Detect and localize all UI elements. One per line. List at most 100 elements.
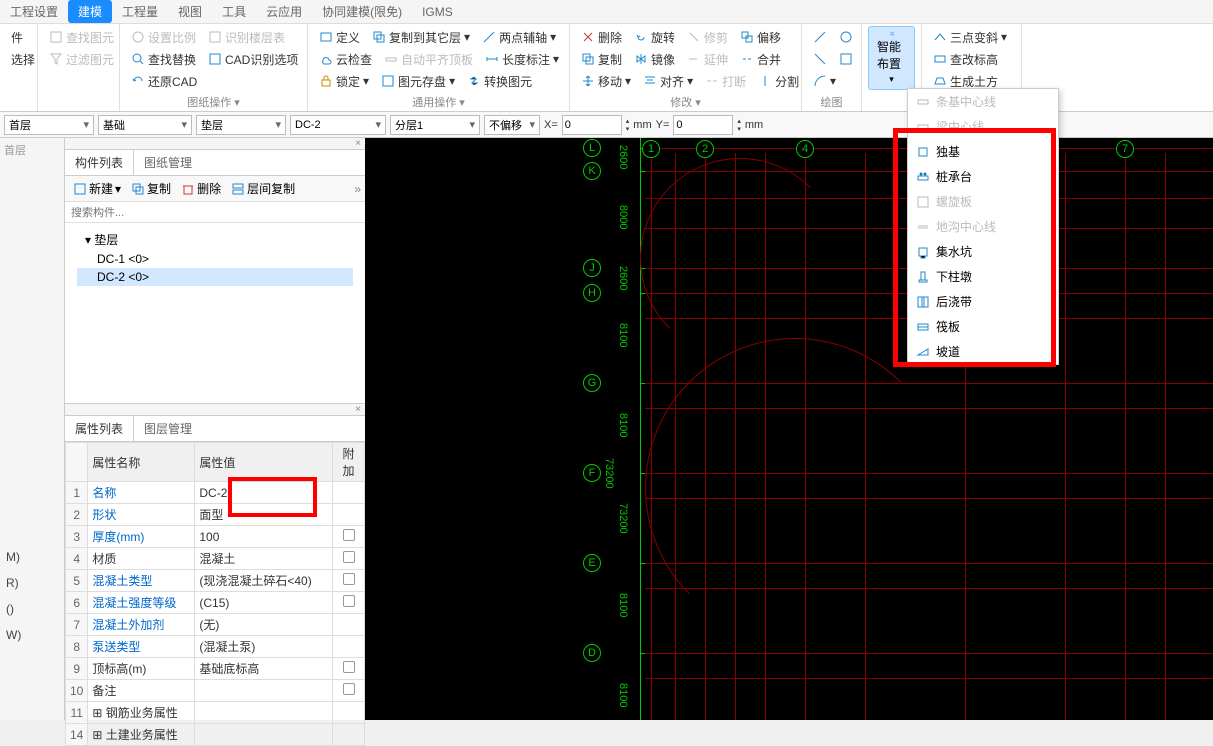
btn-three-point-slope[interactable]: 三点变斜 ▾ [928,26,1015,48]
btn-convert-element[interactable]: 转换图元 [462,70,537,92]
drawing-canvas[interactable]: LK2600J8000H2600G8100F8100E73200D8100810… [365,138,1213,720]
btn-lock[interactable]: 锁定 ▾ [314,70,374,92]
tab-view[interactable]: 视图 [168,0,212,23]
btn-trim[interactable]: 修剪 [682,26,733,48]
draw-circle-icon[interactable] [834,26,858,48]
btn-copy[interactable]: 复制 [576,48,627,70]
table-row[interactable]: 6混凝土强度等级(C15) [66,592,365,614]
grid-bubble: L [583,139,601,157]
btn-merge[interactable]: 合并 [735,48,786,70]
btn-length-dim[interactable]: 长度标注 ▾ [480,48,564,70]
menu-column-pier[interactable]: 下柱墩 [908,264,1058,289]
table-row[interactable]: 7混凝土外加剂(无) [66,614,365,636]
drop-component[interactable]: DC-2 [290,115,386,135]
draw-rect-icon[interactable] [834,48,858,70]
draw-line-icon[interactable] [808,26,832,48]
drop-type[interactable]: 垫层 [196,115,286,135]
btn-floor-copy[interactable]: 层间复制 [227,179,299,198]
table-row[interactable]: 11⊞ 钢筋业务属性 [66,702,365,724]
btn-break[interactable]: 打断 [700,70,751,92]
btn-rotate[interactable]: 旋转 [629,26,680,48]
tab-modeling[interactable]: 建模 [68,0,112,23]
btn-extend[interactable]: 延伸 [682,48,733,70]
label-mm2: mm [745,119,763,131]
menu-sump[interactable]: 集水坑 [908,239,1058,264]
btn-pieces[interactable]: 件 [6,26,31,48]
smart-layout-menu: 条基中心线 梁中心线 独基 桩承台 螺旋板 地沟中心线 集水坑 下柱墩 后浇带 … [907,88,1059,365]
label-mm1: mm [633,119,651,131]
search-input[interactable] [71,207,359,219]
btn-delete2[interactable]: 删除 [177,179,225,198]
tab-component-list[interactable]: 构件列表 [65,150,134,175]
tree-item-dc2[interactable]: DC-2 <0> [77,268,353,286]
draw-diag-icon[interactable] [808,48,832,70]
drop-category[interactable]: 基础 [98,115,192,135]
tab-igms[interactable]: IGMS [412,2,463,22]
grid-bubble: H [583,284,601,302]
grid-bubble: J [583,259,601,277]
close-icon-2[interactable]: × [351,404,365,415]
btn-set-scale[interactable]: 设置比例 [126,26,201,48]
menu-raft[interactable]: 筏板 [908,314,1058,339]
tab-quantity[interactable]: 工程量 [112,0,168,23]
btn-find-element[interactable]: 查找图元 [44,26,113,48]
group-label-general: 通用操作 ▾ [308,94,569,110]
table-row[interactable]: 14⊞ 土建业务属性 [66,724,365,746]
btn-define[interactable]: 定义 [314,26,365,48]
btn-identify-floor[interactable]: 识别楼层表 [203,26,290,48]
btn-check-elevation[interactable]: 查改标高 [928,48,1015,70]
tab-tools[interactable]: 工具 [212,0,256,23]
drop-layer[interactable]: 分层1 [390,115,480,135]
grid-bubble: 7 [1116,140,1134,158]
tab-layer-manage[interactable]: 图层管理 [134,416,202,441]
btn-choose[interactable]: 选择 [6,48,31,70]
btn-offset[interactable]: 偏移 [735,26,786,48]
tab-engineering-settings[interactable]: 工程设置 [0,0,68,23]
table-row[interactable]: 2形状面型 [66,504,365,526]
table-row[interactable]: 3厚度(mm)100 [66,526,365,548]
table-row[interactable]: 10备注 [66,680,365,702]
tab-prop-list[interactable]: 属性列表 [65,416,134,441]
table-row[interactable]: 1名称DC-2 [66,482,365,504]
menu-pile-cap[interactable]: 桩承台 [908,164,1058,189]
btn-two-point-axis[interactable]: 两点辅轴 ▾ [477,26,561,48]
menu-isolated-foundation[interactable]: 独基 [908,139,1058,164]
btn-move[interactable]: 移动 ▾ [576,70,636,92]
close-icon[interactable]: × [351,138,365,149]
btn-auto-level[interactable]: 自动平齐顶板 [379,48,478,70]
btn-find-replace[interactable]: 查找替换 [126,48,201,70]
btn-cloud-check[interactable]: 云检查 [314,48,377,70]
grid-bubble: K [583,162,601,180]
table-row[interactable]: 4材质混凝土 [66,548,365,570]
table-row[interactable]: 8泵送类型(混凝土泵) [66,636,365,658]
btn-split[interactable]: 分割 [753,70,804,92]
btn-new[interactable]: 新建 ▾ [69,179,125,198]
table-row[interactable]: 5混凝土类型(现浇混凝土碎石<40) [66,570,365,592]
btn-align[interactable]: 对齐 ▾ [638,70,698,92]
drop-offset[interactable]: 不偏移 [484,115,540,135]
btn-smart-layout[interactable]: 智能布置▾ [868,26,915,90]
btn-cad-options[interactable]: CAD识别选项 [203,48,303,70]
draw-arc-icon[interactable]: ▾ [808,70,841,92]
btn-restore-cad[interactable]: 还原CAD [126,70,202,92]
btn-mirror[interactable]: 镜像 [629,48,680,70]
btn-copy-to-floor[interactable]: 复制到其它层 ▾ [367,26,475,48]
drop-floor[interactable]: 首层 [4,115,94,135]
tree-root[interactable]: ▾ 垫层 [77,229,353,250]
menu-ramp[interactable]: 坡道 [908,339,1058,364]
table-row[interactable]: 9顶标高(m)基础底标高 [66,658,365,680]
grid-bubble: E [583,554,601,572]
input-x[interactable] [562,115,622,135]
input-y[interactable] [673,115,733,135]
grid-bubble: 2 [696,140,714,158]
menu-post-pour[interactable]: 后浇带 [908,289,1058,314]
btn-save-element[interactable]: 图元存盘 ▾ [376,70,460,92]
tab-cloud[interactable]: 云应用 [256,0,312,23]
btn-copy2[interactable]: 复制 [127,179,175,198]
tab-collab[interactable]: 协同建模(限免) [312,0,412,23]
tab-drawing-manage[interactable]: 图纸管理 [134,150,202,175]
btn-filter-element[interactable]: 过滤图元 [44,48,113,70]
label-y: Y= [656,119,670,131]
tree-item-dc1[interactable]: DC-1 <0> [77,250,353,268]
btn-delete[interactable]: 删除 [576,26,627,48]
